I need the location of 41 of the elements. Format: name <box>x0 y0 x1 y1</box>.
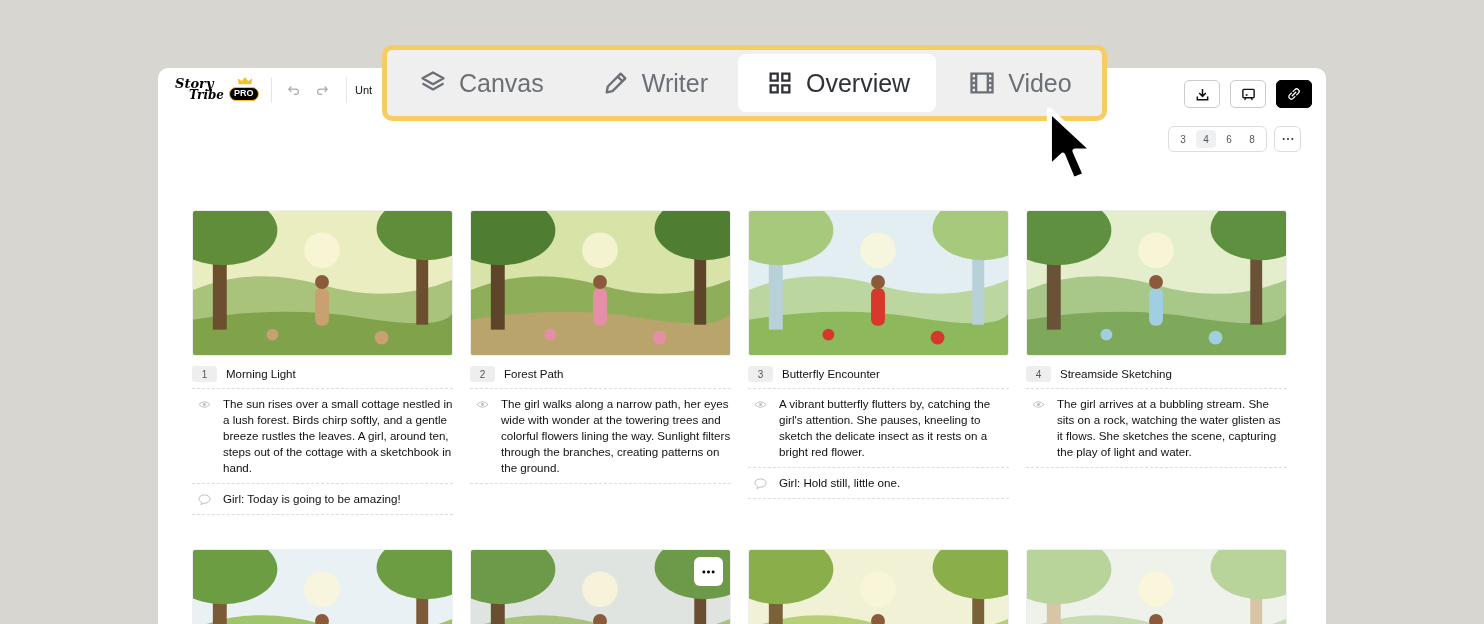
present-button[interactable] <box>1230 80 1266 108</box>
undo-icon[interactable] <box>287 83 301 97</box>
scene-title[interactable]: Morning Light <box>226 368 296 380</box>
view-tab[interactable]: Overview <box>737 54 937 112</box>
scene-number: 1 <box>192 366 217 382</box>
scene-number: 2 <box>470 366 495 382</box>
speech-bubble-icon <box>198 494 211 505</box>
scene-title[interactable]: Streamside Sketching <box>1060 368 1172 380</box>
view-tab[interactable]: Canvas <box>391 54 570 112</box>
speech-bubble-icon <box>754 478 767 489</box>
column-option[interactable]: 4 <box>1196 130 1216 148</box>
more-icon <box>702 569 715 574</box>
scene-description[interactable]: The sun rises over a small cottage nestled in a lush forest. Birds chirp softly, and a gentle breeze rustles the leaves. A girl, around ten, steps out of the cottage with a sketchbook in hand. <box>223 396 453 476</box>
redo-icon[interactable] <box>315 83 329 97</box>
column-option[interactable]: 3 <box>1173 130 1193 148</box>
document-title[interactable]: Unt <box>355 84 373 96</box>
download-icon <box>1194 86 1210 102</box>
scene-title[interactable]: Forest Path <box>504 368 564 380</box>
scene-number: 4 <box>1026 366 1051 382</box>
screen-icon <box>1240 86 1256 102</box>
scene-description[interactable]: The girl arrives at a bubbling stream. She sits on a rock, watching the water glisten as it flows. She sketches the scene, capturing the play of light and water. <box>1057 396 1287 460</box>
scene-title[interactable]: Butterfly Encounter <box>782 368 880 380</box>
column-option[interactable]: 8 <box>1242 130 1262 148</box>
card-menu-button[interactable] <box>694 557 723 586</box>
scene-description[interactable]: The girl walks along a narrow path, her eyes wide with wonder at the towering trees and colorful flowers lining the way. Sunlight filters through the branches, creating patterns on the ground. <box>501 396 731 476</box>
scene-number: 3 <box>748 366 773 382</box>
scene-description[interactable]: A vibrant butterfly flutters by, catching the girl's attention. She pauses, kneeling to sketch the delicate insect as it rests on a bright red flower. <box>779 396 1009 460</box>
eye-icon <box>754 399 767 410</box>
eye-icon <box>476 399 489 410</box>
eye-icon <box>1032 399 1045 410</box>
view-tab[interactable]: Video <box>940 54 1098 112</box>
logo[interactable]: Story Tribe PRO <box>175 77 261 107</box>
more-icon <box>1281 137 1294 141</box>
scene-dialogue[interactable]: Girl: Today is going to be amazing! <box>223 491 401 507</box>
column-option[interactable]: 6 <box>1219 130 1239 148</box>
download-button[interactable] <box>1184 80 1220 108</box>
share-link-button[interactable] <box>1276 80 1312 108</box>
eye-icon <box>198 399 211 410</box>
view-tab[interactable]: Writer <box>573 54 734 112</box>
scene-dialogue[interactable]: Girl: Hold still, little one. <box>779 475 901 491</box>
link-icon <box>1287 87 1301 101</box>
